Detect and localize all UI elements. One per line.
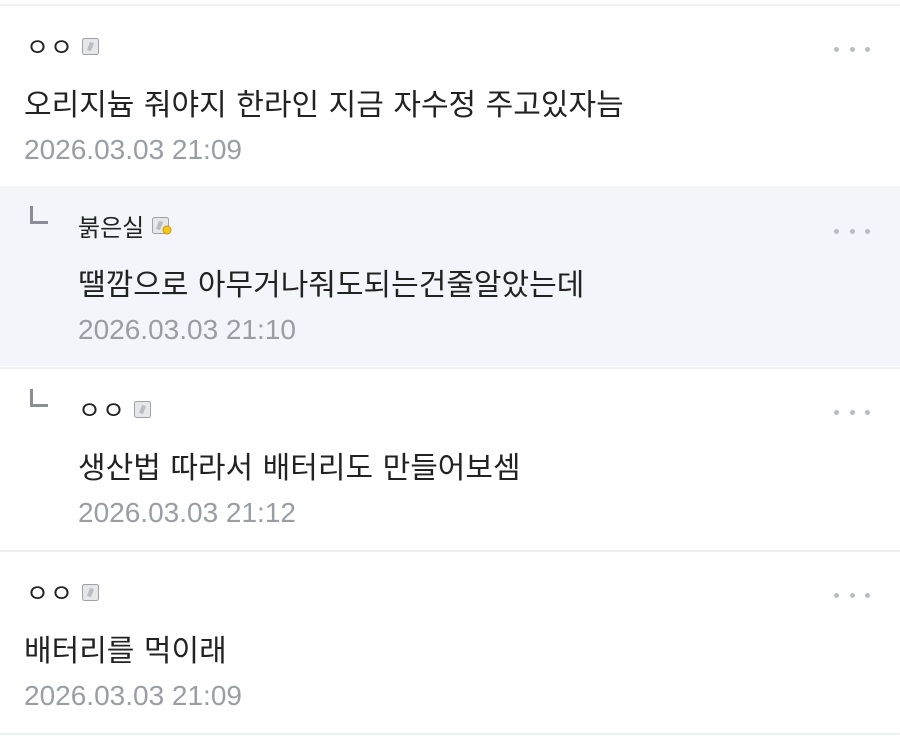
dot	[834, 228, 839, 234]
comment-author[interactable]: ㅇㅇ	[26, 28, 100, 64]
dot	[834, 409, 839, 415]
dot	[849, 409, 855, 415]
gray-user-badge-icon	[134, 400, 152, 418]
dot	[849, 592, 855, 598]
comment-date: 2026.03.03 21:12	[78, 497, 296, 528]
dot	[865, 592, 870, 598]
reply-arrow-icon	[30, 206, 48, 224]
comment-author[interactable]: ㅇㅇ	[78, 391, 152, 427]
gray-user-badge-with-yellow-dot-icon	[152, 217, 172, 235]
dot	[849, 228, 855, 234]
author-name[interactable]: 붉은실	[78, 208, 144, 243]
dot	[865, 228, 870, 234]
dot	[834, 46, 839, 52]
comment-item: ㅇㅇ 배터리를 먹이래 2026.03.03 21:09	[0, 552, 900, 732]
more-options-button[interactable]	[834, 44, 870, 54]
dot	[849, 46, 855, 52]
comment-date: 2026.03.03 21:10	[78, 314, 296, 345]
dot	[865, 46, 870, 52]
comment-item: ㅇㅇ 오리지늄 줘야지 한라인 지금 자수정 주고있자늠 2026.03.03 …	[0, 6, 900, 184]
reply-comment-item: ㅇㅇ 생산법 따라서 배터리도 만들어보셈 2026.03.03 21:12	[0, 369, 900, 549]
author-name[interactable]: ㅇㅇ	[26, 574, 74, 610]
dot	[834, 592, 839, 598]
dot	[865, 409, 870, 415]
gray-user-badge-icon	[82, 583, 100, 601]
comment-author[interactable]: ㅇㅇ	[26, 574, 100, 610]
more-options-button[interactable]	[834, 590, 870, 600]
divider	[0, 733, 900, 735]
comment-date: 2026.03.03 21:09	[24, 680, 242, 711]
author-name[interactable]: ㅇㅇ	[26, 28, 74, 64]
comment-author[interactable]: 붉은실	[78, 208, 172, 243]
more-options-button[interactable]	[834, 407, 870, 417]
gray-user-badge-icon	[82, 37, 100, 55]
comment-text: 오리지늄 줘야지 한라인 지금 자수정 주고있자늠	[24, 88, 624, 123]
author-name[interactable]: ㅇㅇ	[78, 391, 126, 427]
reply-comment-item: 붉은실 땔깜으로 아무거나줘도되는건줄알았는데 2026.03.03 21:10	[0, 186, 900, 366]
comment-text: 생산법 따라서 배터리도 만들어보셈	[78, 451, 521, 486]
comment-date: 2026.03.03 21:09	[24, 134, 242, 165]
comment-list: ㅇㅇ 오리지늄 줘야지 한라인 지금 자수정 주고있자늠 2026.03.03 …	[0, 0, 900, 743]
comment-text: 배터리를 먹이래	[24, 634, 227, 669]
reply-arrow-icon	[30, 389, 48, 407]
comment-text: 땔깜으로 아무거나줘도되는건줄알았는데	[78, 268, 585, 303]
more-options-button[interactable]	[834, 226, 870, 236]
